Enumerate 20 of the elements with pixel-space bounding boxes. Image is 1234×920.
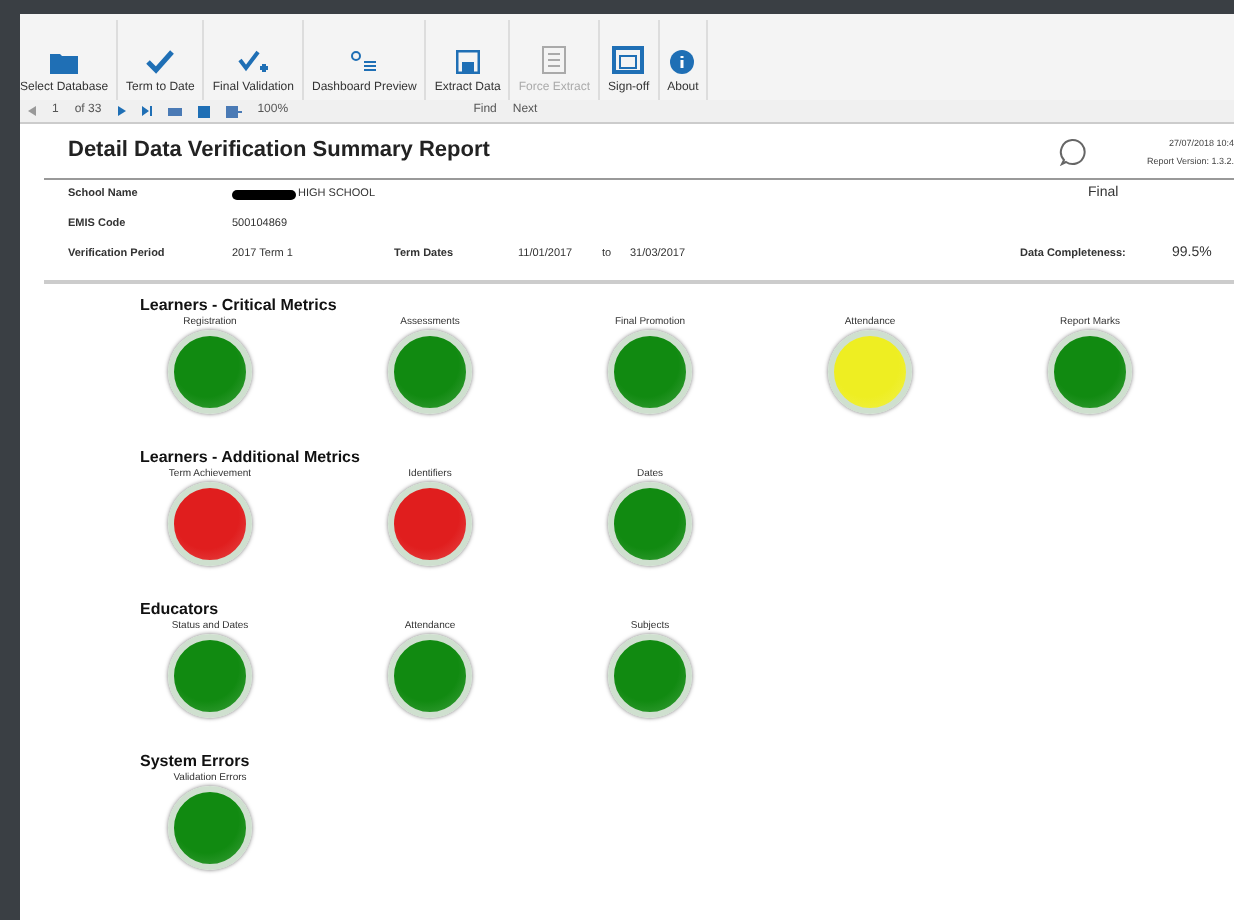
- redaction-bar: [232, 190, 296, 200]
- last-page-icon[interactable]: [141, 106, 152, 116]
- help-speech-icon[interactable]: [1058, 137, 1087, 165]
- window-icon: [612, 46, 645, 74]
- page-layout-icon[interactable]: [197, 105, 210, 117]
- check-plus-icon: [237, 50, 270, 74]
- folder-icon: [50, 50, 79, 74]
- report-title: Detail Data Verification Summary Report: [68, 136, 490, 167]
- previous-page-icon[interactable]: [28, 106, 36, 116]
- dashboard-icon: [350, 50, 379, 74]
- section-title: Learners - Additional Metrics: [140, 446, 362, 468]
- check-icon: [146, 50, 175, 74]
- document-icon: [542, 46, 567, 74]
- info-icon: [670, 50, 695, 74]
- section-title: System Errors: [140, 750, 252, 772]
- next-page-icon[interactable]: [117, 106, 126, 116]
- print-icon[interactable]: [167, 105, 182, 117]
- section-title: Learners - Critical Metrics: [140, 294, 339, 316]
- section-title: Educators: [140, 598, 221, 620]
- export-icon[interactable]: [225, 105, 242, 117]
